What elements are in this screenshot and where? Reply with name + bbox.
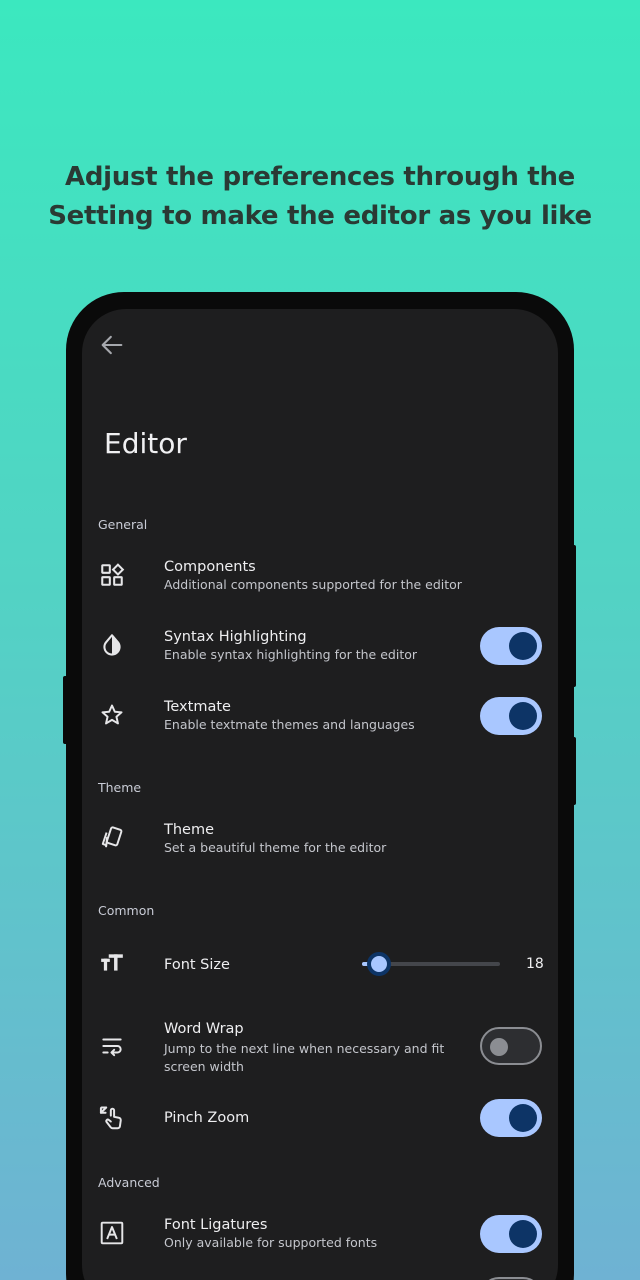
components-title: Components [164, 559, 256, 575]
word-wrap-toggle[interactable] [480, 1027, 542, 1065]
headline: Adjust the preferences through the Setti… [0, 158, 640, 236]
palette-cards-icon [98, 824, 126, 852]
headline-line-2: Setting to make the editor as you like [48, 201, 592, 231]
widgets-icon [98, 561, 126, 589]
headline-line-1: Adjust the preferences through the [65, 162, 575, 192]
syntax-highlighting-toggle[interactable] [480, 627, 542, 665]
toggle-knob [509, 1220, 537, 1248]
font-size-value: 18 [526, 956, 544, 972]
phone-side-button-right-bottom [570, 737, 576, 805]
syntax-highlighting-subtitle: Enable syntax highlighting for the edito… [164, 647, 418, 662]
word-wrap-subtitle: Jump to the next line when necessary and… [164, 1041, 445, 1074]
pinch-zoom-toggle[interactable] [480, 1099, 542, 1137]
arrow-back-icon [101, 335, 123, 355]
wrap-text-icon [98, 1032, 126, 1060]
toggle-knob [490, 1038, 508, 1056]
setting-theme[interactable]: Theme Set a beautiful theme for the edit… [82, 812, 558, 876]
theme-title: Theme [164, 822, 215, 838]
section-label-theme: Theme [98, 780, 142, 795]
toggle-knob [509, 1104, 537, 1132]
text-size-icon [98, 949, 126, 977]
settings-screen: Editor General Components Additional com… [82, 309, 558, 1280]
section-label-advanced: Advanced [98, 1175, 160, 1190]
font-size-title: Font Size [164, 957, 230, 973]
font-ligatures-title: Font Ligatures [164, 1217, 268, 1233]
textmate-title: Textmate [164, 699, 231, 715]
setting-font-ligatures[interactable]: Font Ligatures Only available for suppor… [82, 1207, 558, 1271]
pinch-zoom-title: Pinch Zoom [164, 1110, 250, 1126]
font-size-slider-thumb[interactable] [366, 952, 391, 976]
contrast-drop-icon [98, 631, 126, 659]
theme-subtitle: Set a beautiful theme for the editor [164, 840, 387, 855]
section-label-common: Common [98, 903, 155, 918]
textmate-toggle[interactable] [480, 697, 542, 735]
back-button[interactable] [98, 331, 126, 359]
page-title: Editor [104, 427, 187, 460]
textmate-subtitle: Enable textmate themes and languages [164, 717, 415, 732]
star-icon [98, 701, 126, 729]
font-ligatures-subtitle: Only available for supported fonts [164, 1235, 378, 1250]
setting-components[interactable]: Components Additional components support… [82, 549, 558, 613]
pinch-gesture-icon [98, 1104, 126, 1132]
word-wrap-title: Word Wrap [164, 1021, 244, 1037]
font-box-icon [98, 1219, 126, 1247]
syntax-highlighting-title: Syntax Highlighting [164, 629, 307, 645]
setting-syntax-highlighting[interactable]: Syntax Highlighting Enable syntax highli… [82, 619, 558, 683]
setting-pinch-zoom[interactable]: Pinch Zoom [82, 1095, 558, 1141]
phone-side-button-left [63, 676, 69, 744]
phone-side-button-right-top [570, 545, 576, 687]
setting-textmate[interactable]: Textmate Enable textmate themes and lang… [82, 689, 558, 753]
toggle-knob [509, 702, 537, 730]
setting-word-wrap[interactable]: Word Wrap Jump to the next line when nec… [82, 1013, 558, 1085]
toggle-knob [509, 632, 537, 660]
section-label-general: General [98, 517, 148, 532]
components-subtitle: Additional components supported for the … [164, 577, 462, 592]
font-ligatures-toggle[interactable] [480, 1215, 542, 1253]
